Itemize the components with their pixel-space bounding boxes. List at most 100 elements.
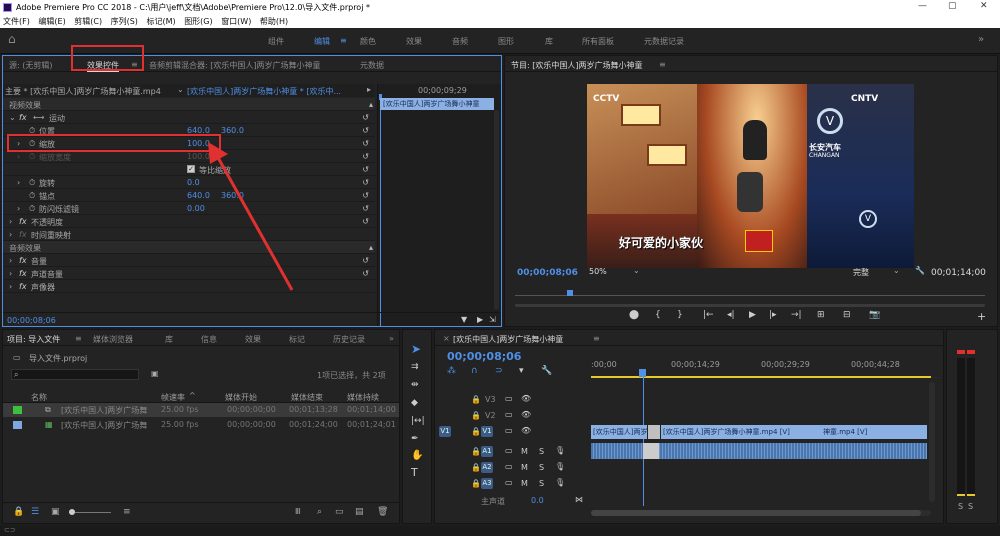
type-tool-icon[interactable]: T [411, 466, 418, 479]
project-menu-icon[interactable]: ≡ [75, 334, 82, 343]
source-patch-v1[interactable]: V1 [439, 426, 451, 437]
track-v3[interactable]: 🔒 V3 ▭ 👁 [435, 392, 589, 407]
track-v1[interactable]: V1 🔒 V1 ▭ 👁 [435, 424, 589, 439]
workspace-effects[interactable]: 效果 [406, 36, 422, 47]
ripple-edit-tool-icon[interactable]: ⇹ [411, 380, 419, 390]
play-audio-icon[interactable]: ▶ [477, 315, 483, 324]
video-frame[interactable]: V 长安汽车 CHANGAN V CCTV CNTV 好可爱的小家伙 [587, 84, 914, 268]
mute-button[interactable]: M [521, 447, 528, 456]
snap-icon[interactable]: ∩ [471, 366, 478, 376]
zoom-dropdown-icon[interactable]: ⌄ [633, 266, 640, 275]
sort-icons-icon[interactable]: ≡ [123, 507, 131, 517]
master-dropdown-icon[interactable]: ⌄ [177, 85, 184, 94]
video-clip-1[interactable]: [欢乐中国人]两岁广场舞小神童.mp4 [V] [591, 425, 647, 439]
tab-audio-mixer[interactable]: 音频剪辑混合器: [欢乐中国人]两岁广场舞小神童 [149, 60, 320, 71]
col-duration[interactable]: 媒体持续 [347, 392, 379, 403]
mark-in-icon[interactable]: { [655, 310, 661, 320]
track-target-a1[interactable]: A1 [481, 446, 493, 457]
hand-tool-icon[interactable]: ✋ [411, 450, 423, 461]
reset-opacity-icon[interactable]: ↺ [362, 217, 369, 226]
antiflicker-row[interactable]: › ⏱ 防闪烁滤镜 0.00 ↺ [3, 202, 375, 215]
tab-effects[interactable]: 效果 [245, 334, 261, 345]
add-marker-icon[interactable]: ⬤ [629, 310, 639, 320]
menu-file[interactable]: 文件(F) [3, 15, 30, 28]
stopwatch-icon[interactable]: ⏱ [29, 204, 35, 214]
effect-mini-timeline[interactable]: 00;00;09;29 [欢乐中国人]两岁广场舞小神童 [377, 84, 501, 326]
tab-project[interactable]: 项目: 导入文件 [7, 334, 60, 345]
track-a1[interactable]: A1 🔒 ▭ M S 🎙 [435, 444, 589, 459]
uniform-scale-checkbox[interactable]: ✓ [187, 165, 195, 173]
lock-icon[interactable]: 🔒 [13, 507, 24, 517]
sort-icon[interactable]: ^ [189, 391, 196, 400]
timeline-settings-icon[interactable]: 🔧 [541, 366, 552, 376]
mic-icon[interactable]: 🎙 [555, 446, 565, 455]
menu-graphics[interactable]: 图形(G) [184, 15, 212, 28]
program-playhead[interactable] [567, 290, 573, 296]
solo-right[interactable]: S [968, 502, 973, 511]
anchor-row[interactable]: ⏱ 锚点 640.0 360.0 ↺ [3, 189, 375, 202]
effect-motion-row[interactable]: ⌄ fx ⟷ 运动 ↺ [3, 111, 375, 124]
lock-track-icon[interactable]: 🔒 [471, 395, 481, 404]
menu-marker[interactable]: 标记(M) [146, 15, 175, 28]
selection-tool-icon[interactable]: ➤ [411, 342, 421, 356]
overwrite-icon[interactable]: ⊟ [843, 310, 851, 320]
tab-history[interactable]: 历史记录 [333, 334, 365, 345]
program-timecode[interactable]: 00;00;08;06 [517, 268, 578, 278]
track-a3[interactable]: A3 🔒 ▭ M S 🎙 [435, 476, 589, 491]
table-row[interactable]: ⧉ [欢乐中国人]两岁广场舞 25.00 fps 00;00;00;00 00;… [3, 403, 399, 417]
tab-overflow-icon[interactable]: » [389, 334, 394, 343]
go-to-in-icon[interactable]: |← [703, 310, 714, 320]
tab-library[interactable]: 库 [165, 334, 173, 345]
lock-track-icon[interactable]: 🔒 [471, 411, 481, 420]
timeline-h-scrollbar[interactable] [591, 510, 931, 516]
eye-icon[interactable]: 👁 [521, 394, 531, 403]
settings-wrench-icon[interactable]: 🔧 [915, 266, 925, 275]
reset-anchor-icon[interactable]: ↺ [362, 191, 369, 200]
eye-icon[interactable]: 👁 [521, 410, 531, 419]
slip-tool-icon[interactable]: |↔| [411, 416, 425, 426]
zoom-slider-handle[interactable] [69, 509, 75, 515]
master-volume-value[interactable]: 0.0 [531, 496, 544, 505]
menu-window[interactable]: 窗口(W) [221, 15, 251, 28]
menu-help[interactable]: 帮助(H) [260, 15, 288, 28]
find-icon[interactable]: ⌕ [317, 507, 322, 517]
go-to-end-icon[interactable]: ⋈ [575, 495, 583, 504]
menu-clip[interactable]: 剪辑(C) [74, 15, 102, 28]
quality-select[interactable]: 完整 [853, 267, 869, 278]
menu-edit[interactable]: 编辑(E) [38, 15, 65, 28]
new-item-icon[interactable]: ▤ [355, 507, 364, 517]
close-icon[interactable]: ✕ [980, 1, 988, 11]
zoom-slider[interactable] [69, 512, 111, 513]
zoom-select[interactable]: 50% [589, 267, 607, 276]
export-icon[interactable]: ⇲ [489, 315, 496, 324]
track-target-a3[interactable]: A3 [481, 478, 493, 489]
home-icon[interactable]: ⌂ [8, 32, 16, 46]
mini-clip[interactable]: [欢乐中国人]两岁广场舞小神童 [380, 98, 494, 110]
audio-clip-a1[interactable] [591, 443, 927, 459]
workspace-metadata[interactable]: 元数据记录 [644, 36, 684, 47]
razor-tool-icon[interactable]: ◆ [411, 398, 418, 408]
reset-position-icon[interactable]: ↺ [362, 126, 369, 135]
tab-metadata[interactable]: 元数据 [360, 60, 384, 71]
insert-icon[interactable]: ⊞ [817, 310, 825, 320]
list-view-icon[interactable]: ☰ [31, 507, 39, 517]
tab-markers[interactable]: 标记 [289, 334, 305, 345]
close-sequence-icon[interactable]: × [443, 334, 450, 343]
track-a2[interactable]: A2 🔒 ▭ M S 🎙 [435, 460, 589, 475]
panner-row[interactable]: › fx 声像器 [3, 280, 375, 293]
clip-indicator-left[interactable] [957, 350, 965, 354]
reset-scale-icon[interactable]: ↺ [362, 139, 369, 148]
opacity-row[interactable]: › fx 不透明度 ↺ [3, 215, 375, 228]
transition-marker[interactable] [648, 425, 660, 439]
workspace-audio[interactable]: 音频 [452, 36, 468, 47]
clip-indicator-right[interactable] [967, 350, 975, 354]
tab-info[interactable]: 信息 [201, 334, 217, 345]
play-icon[interactable]: ▶ [749, 310, 756, 320]
col-fps[interactable]: 帧速率 [161, 392, 185, 403]
track-v2[interactable]: 🔒 V2 ▭ 👁 [435, 408, 589, 423]
sequence-menu-icon[interactable]: ≡ [593, 334, 600, 343]
project-search-input[interactable]: ⌕ [11, 369, 139, 380]
col-end[interactable]: 媒体结束 [291, 392, 323, 403]
program-zoom-bar[interactable] [515, 304, 985, 307]
reset-motion-icon[interactable]: ↺ [362, 113, 369, 122]
